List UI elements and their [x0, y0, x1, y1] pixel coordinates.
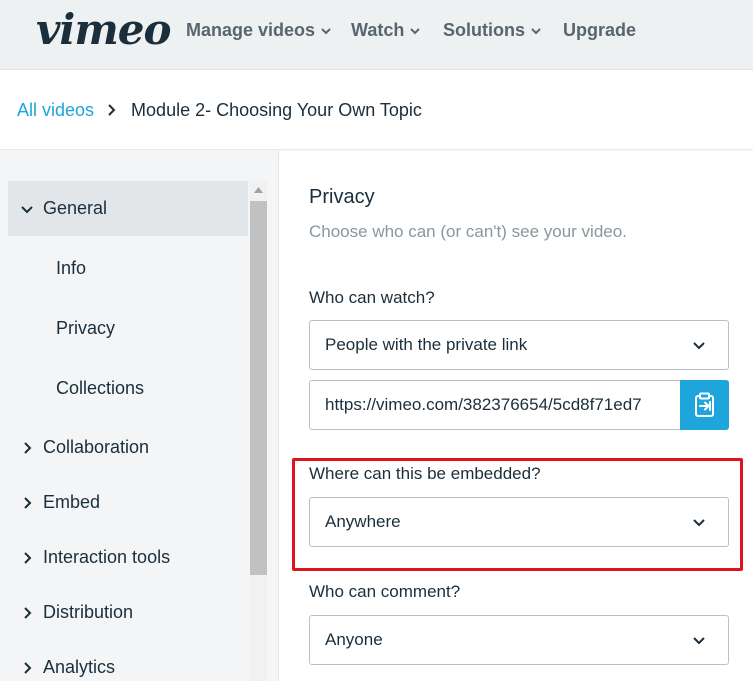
breadcrumb: All videos Module 2- Choosing Your Own T… [0, 71, 753, 150]
sidebar-item-label: General [43, 198, 108, 218]
chevron-right-icon [24, 606, 32, 619]
sidebar-item-label: Collaboration [43, 437, 150, 457]
nav-upgrade-label: Upgrade [563, 20, 637, 40]
chevron-down-icon [693, 342, 705, 350]
breadcrumb-current: Module 2- Choosing Your Own Topic [131, 99, 422, 120]
who-can-comment-value: Anyone [325, 630, 383, 649]
chevron-down-icon [410, 27, 421, 34]
settings-sidebar: General Info Privacy Collections Collabo… [0, 151, 279, 681]
private-link-field[interactable]: https://vimeo.com/382376654/5cd8f71ed7 [309, 380, 680, 430]
sidebar-subitem-collections[interactable]: Collections [56, 378, 144, 399]
breadcrumb-all-videos-link[interactable]: All videos [17, 100, 94, 121]
copy-link-button[interactable] [680, 380, 729, 430]
sidebar-item-label: Embed [43, 492, 101, 512]
section-description: Choose who can (or can't) see your video… [309, 222, 627, 241]
sidebar-item-collaboration[interactable]: Collaboration [8, 420, 248, 475]
scrollbar-thumb[interactable] [250, 201, 267, 575]
sidebar-item-embed[interactable]: Embed [8, 475, 248, 530]
nav-watch-label: Watch [351, 20, 405, 40]
sidebar-item-label: Interaction tools [43, 547, 171, 567]
chevron-right-icon [108, 104, 116, 116]
privacy-panel: Privacy Choose who can (or can't) see yo… [280, 151, 753, 681]
sidebar-item-label: Distribution [43, 602, 134, 622]
sidebar-item-interaction-tools[interactable]: Interaction tools [8, 530, 248, 585]
chevron-down-icon [531, 27, 541, 34]
private-link-value: https://vimeo.com/382376654/5cd8f71ed7 [325, 395, 642, 414]
sidebar-item-analytics[interactable]: Analytics [8, 640, 248, 681]
nav-manage-videos[interactable]: Manage videos [186, 20, 332, 41]
embed-label: Where can this be embedded? [309, 464, 541, 483]
who-can-comment-select[interactable]: Anyone [309, 615, 729, 665]
vimeo-logo[interactable]: vimeo [36, 8, 172, 52]
sidebar-item-general[interactable]: General [8, 181, 248, 236]
chevron-right-icon [24, 551, 32, 564]
chevron-down-icon [693, 637, 705, 645]
sidebar-subitem-info[interactable]: Info [56, 258, 86, 279]
top-nav: vimeo Manage videos Watch Solutions Upgr… [0, 0, 753, 70]
who-can-watch-label: Who can watch? [309, 288, 435, 307]
chevron-down-icon [321, 27, 331, 34]
nav-manage-videos-label: Manage videos [186, 20, 316, 40]
nav-solutions-label: Solutions [443, 20, 525, 40]
who-can-watch-select[interactable]: People with the private link [309, 320, 729, 370]
sidebar-subitem-privacy[interactable]: Privacy [56, 318, 115, 339]
embed-value: Anywhere [325, 512, 401, 531]
nav-solutions[interactable]: Solutions [443, 20, 542, 41]
sidebar-item-distribution[interactable]: Distribution [8, 585, 248, 640]
triangle-up-icon [254, 186, 263, 193]
chevron-down-icon [693, 519, 705, 527]
clipboard-icon [694, 392, 714, 417]
embed-select[interactable]: Anywhere [309, 497, 729, 547]
section-title: Privacy [309, 186, 375, 208]
nav-upgrade[interactable]: Upgrade [563, 20, 636, 41]
sidebar-item-label: Analytics [43, 657, 116, 677]
who-can-comment-label: Who can comment? [309, 582, 461, 601]
who-can-watch-value: People with the private link [325, 335, 528, 354]
scroll-up-arrow[interactable] [250, 181, 267, 198]
chevron-down-icon [21, 205, 33, 213]
chevron-right-icon [24, 661, 32, 674]
nav-watch[interactable]: Watch [351, 20, 421, 41]
chevron-right-icon [24, 496, 32, 509]
chevron-right-icon [24, 441, 32, 454]
